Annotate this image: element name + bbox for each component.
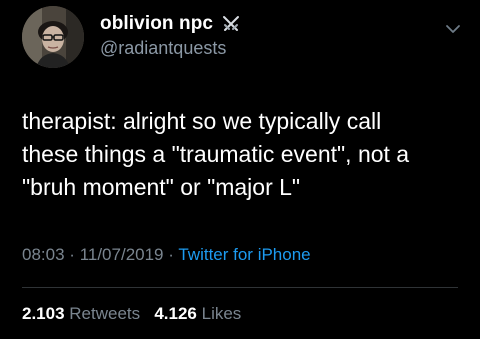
author-name-row: oblivion npc <box>100 13 241 35</box>
likes-count: 4.126 <box>154 304 197 323</box>
meta-separator: · <box>69 245 75 264</box>
retweets-label: Retweets <box>69 304 141 323</box>
display-name[interactable]: oblivion npc <box>100 13 213 35</box>
tweet-time[interactable]: 08:03 <box>22 245 65 264</box>
likes-label: Likes <box>201 304 242 323</box>
tweet-card: oblivion npc @radiantquests therapist: a… <box>0 0 480 339</box>
tweet-source-link[interactable]: Twitter for iPhone <box>178 245 310 264</box>
avatar[interactable] <box>22 6 84 68</box>
meta-separator: · <box>168 245 174 264</box>
tweet-date[interactable]: 11/07/2019 <box>80 245 164 264</box>
tweet-stats: 2.103 Retweets 4.126 Likes <box>22 304 241 324</box>
likes-stat[interactable]: 4.126 Likes <box>154 304 241 323</box>
tweet-text: therapist: alright so we typically call … <box>22 108 410 200</box>
chevron-down-icon[interactable] <box>445 22 461 34</box>
tweet-meta: 08:03 · 11/07/2019 · Twitter for iPhone <box>22 245 311 265</box>
retweets-count: 2.103 <box>22 304 65 323</box>
user-handle[interactable]: @radiantquests <box>100 38 226 59</box>
avatar-photo <box>22 6 84 68</box>
crossed-swords-icon <box>221 14 241 34</box>
divider <box>22 287 458 288</box>
retweets-stat[interactable]: 2.103 Retweets <box>22 304 145 323</box>
